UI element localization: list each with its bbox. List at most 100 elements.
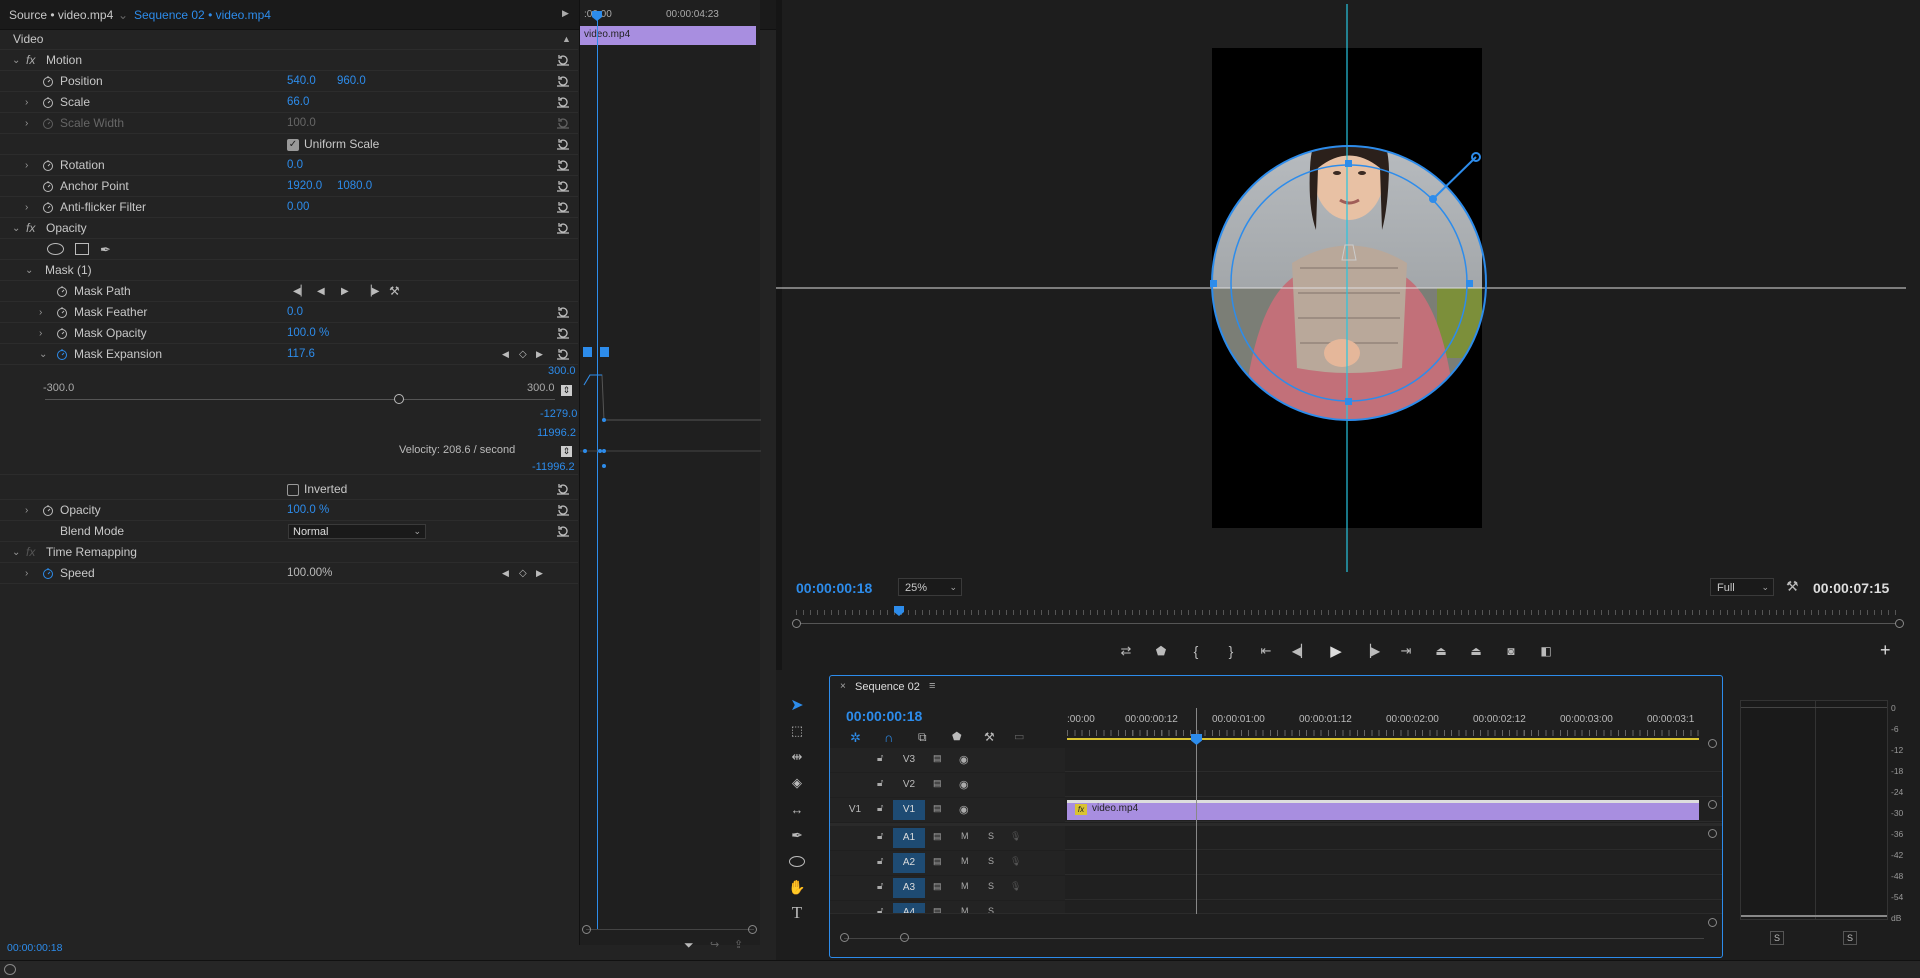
close-icon[interactable]: × <box>840 681 846 692</box>
h-scroll-right-handle[interactable] <box>900 933 909 942</box>
hand-tool-icon[interactable]: ✋ <box>786 876 808 898</box>
program-scrubber[interactable] <box>792 606 1904 628</box>
captions-icon[interactable]: ▭ <box>1014 730 1024 743</box>
add-keyframe-icon[interactable]: ◇ <box>519 563 527 584</box>
solo-button[interactable]: S <box>988 831 994 841</box>
add-button-icon[interactable]: + <box>1880 640 1891 661</box>
fx-badge-icon[interactable]: fx <box>26 542 35 563</box>
mask-overlay[interactable] <box>776 0 1920 670</box>
timeline-timecode[interactable]: 00:00:00:18 <box>846 708 922 724</box>
expand-chevron-icon[interactable]: › <box>25 563 28 584</box>
expand-chevron-icon[interactable]: › <box>25 500 28 521</box>
timeline-clip[interactable]: fx video.mp4 <box>1067 800 1699 820</box>
reset-icon[interactable] <box>556 137 570 151</box>
mask-opacity-value[interactable]: 100.0 % <box>287 323 329 344</box>
reset-icon[interactable] <box>556 179 570 193</box>
eye-icon[interactable]: ◉ <box>959 753 969 766</box>
expand-chevron-icon[interactable]: › <box>39 302 42 323</box>
comparison-view-icon[interactable]: ◧ <box>1535 640 1557 662</box>
stopwatch-active-icon[interactable] <box>56 348 68 360</box>
expand-chevron-icon[interactable]: › <box>25 197 28 218</box>
graph-toggle-icon[interactable]: ⇕ <box>561 385 572 396</box>
track-a4[interactable]: 🔓︎ A4 ▤ M S <box>830 901 1722 914</box>
scale-value[interactable]: 66.0 <box>287 92 309 113</box>
panel-menu-icon[interactable]: ≡ <box>929 680 935 692</box>
blend-mode-dropdown[interactable]: Normal ⌄ <box>288 524 426 539</box>
reset-icon[interactable] <box>556 503 570 517</box>
stopwatch-icon[interactable] <box>42 180 54 192</box>
prev-keyframe-icon[interactable]: ◀ <box>502 563 509 584</box>
lock-icon[interactable]: 🔓︎ <box>877 803 883 814</box>
reset-icon[interactable] <box>556 95 570 109</box>
keyframe-markers[interactable] <box>580 347 610 359</box>
step-back-icon[interactable]: ◀▏ <box>1290 640 1312 662</box>
mask-expansion-slider-thumb[interactable] <box>394 394 404 404</box>
eye-icon[interactable]: ◉ <box>959 803 969 816</box>
lock-icon[interactable]: 🔓︎ <box>877 881 883 892</box>
add-keyframe-icon[interactable]: ◇ <box>519 344 527 365</box>
next-keyframe-icon[interactable]: ▶ <box>536 563 543 584</box>
export-frame-icon[interactable]: ◙ <box>1500 640 1522 662</box>
collapse-chevron-icon[interactable]: ⌄ <box>39 344 47 365</box>
ripple-edit-tool-icon[interactable]: ⇹ <box>786 746 808 768</box>
ellipse-tool-icon[interactable] <box>786 850 808 872</box>
effect-time-remapping[interactable]: ⌄ fx Time Remapping <box>0 542 578 563</box>
anchor-x[interactable]: 1920.0 <box>287 176 322 197</box>
tab-effect-controls[interactable]: Sequence 02 • video.mp4 <box>134 8 271 22</box>
h-scroll-left-handle[interactable] <box>840 933 849 942</box>
filter-icon[interactable]: ⏷ <box>684 938 694 953</box>
expand-chevron-icon[interactable]: › <box>25 113 28 134</box>
timeline-settings-icon[interactable]: ⚒ <box>984 730 995 744</box>
extract-icon[interactable]: ⏏ <box>1465 640 1487 662</box>
expand-panel-icon[interactable]: ▶ <box>562 8 569 19</box>
mark-out-icon[interactable]: } <box>1220 640 1242 662</box>
reset-icon[interactable] <box>556 482 570 496</box>
effect-opacity[interactable]: ⌄ fx Opacity <box>0 218 578 239</box>
v-scroll-handle[interactable] <box>1708 800 1717 809</box>
h-scrollbar[interactable] <box>844 938 1704 939</box>
lock-icon[interactable]: 🔓︎ <box>877 778 883 789</box>
add-marker-icon[interactable]: ⬟ <box>1150 640 1172 662</box>
fx-badge-icon[interactable]: fx <box>26 50 35 71</box>
mic-icon[interactable]: 🎙︎ <box>1010 831 1021 842</box>
stopwatch-icon[interactable] <box>56 327 68 339</box>
stopwatch-icon[interactable] <box>42 159 54 171</box>
solo-button[interactable]: S <box>988 856 994 866</box>
linked-selection-icon[interactable]: ⧉ <box>918 730 927 745</box>
sync-lock-icon[interactable]: ▤ <box>933 906 942 913</box>
mask-expansion-slider-track[interactable] <box>45 399 555 400</box>
go-to-out-icon[interactable]: ⇥ <box>1395 640 1417 662</box>
keyframe-icon[interactable] <box>600 347 609 357</box>
step-forward-icon[interactable]: ▕▶ <box>1360 640 1382 662</box>
next-keyframe-icon[interactable]: ▶ <box>536 344 543 365</box>
track-v2[interactable]: 🔓︎ V2 ▤ ◉ <box>830 773 1722 797</box>
sync-lock-icon[interactable]: ▤ <box>933 881 942 892</box>
speed-value[interactable]: 100.00% <box>287 563 332 584</box>
track-forward-frames-icon[interactable]: ▕▶ <box>364 281 379 302</box>
reset-icon[interactable] <box>556 347 570 361</box>
track-a2[interactable]: 🔓︎ A2 ▤ M S 🎙︎ <box>830 851 1722 875</box>
position-x[interactable]: 540.0 <box>287 71 316 92</box>
lock-icon[interactable]: 🔓︎ <box>877 831 883 842</box>
track-v3[interactable]: 🔓︎ V3 ▤ ◉ <box>830 748 1722 772</box>
collapse-chevron-icon[interactable]: ⌄ <box>12 542 20 563</box>
rectangle-mask-icon[interactable] <box>75 243 89 255</box>
selection-tool-icon[interactable]: ➤ <box>786 694 808 716</box>
stopwatch-icon[interactable] <box>42 504 54 516</box>
track-back-frames-icon[interactable]: ◀▏ <box>293 281 308 302</box>
mask-feather-value[interactable]: 0.0 <box>287 302 303 323</box>
scroll-handle-left[interactable] <box>582 925 591 934</box>
keyframe-icon[interactable] <box>583 347 592 357</box>
play-icon[interactable]: ▶ <box>1325 640 1347 662</box>
play-audio-icon[interactable]: ↪ <box>710 938 719 951</box>
sync-lock-icon[interactable]: ▤ <box>933 753 942 764</box>
prev-keyframe-icon[interactable]: ◀ <box>502 344 509 365</box>
rotation-value[interactable]: 0.0 <box>287 155 303 176</box>
program-timecode[interactable]: 00:00:00:18 <box>796 580 872 596</box>
lock-icon[interactable]: 🔓︎ <box>877 906 883 913</box>
track-back-one-icon[interactable]: ◀ <box>317 281 325 302</box>
mask-expansion-value[interactable]: 117.6 <box>287 344 315 365</box>
uniform-scale-checkbox[interactable]: ✓ <box>287 139 299 151</box>
solo-right-button[interactable]: S <box>1843 931 1857 945</box>
zoom-dropdown[interactable]: 25% ⌄ <box>898 578 962 596</box>
